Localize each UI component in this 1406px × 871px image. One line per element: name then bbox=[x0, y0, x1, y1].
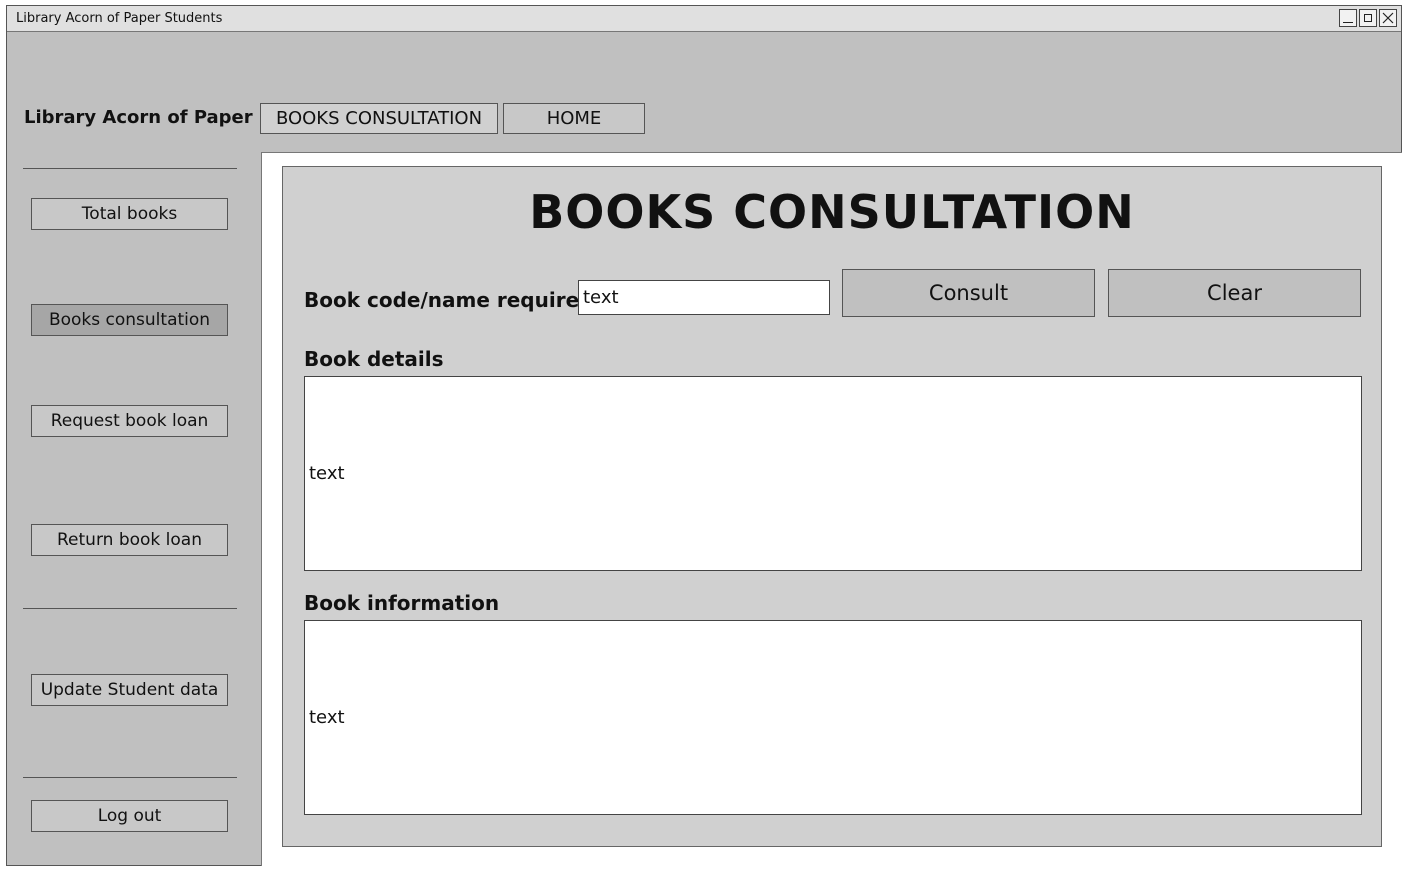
page-title: BOOKS CONSULTATION bbox=[529, 185, 1135, 239]
consultation-panel: BOOKS CONSULTATION Book code/name requir… bbox=[282, 166, 1382, 847]
window-controls bbox=[1339, 9, 1397, 27]
application-window: Library Acorn of Paper Students Library … bbox=[6, 5, 1402, 866]
top-navigation: BOOKS CONSULTATION HOME bbox=[260, 103, 645, 134]
sidebar-divider bbox=[23, 777, 237, 778]
window-title: Library Acorn of Paper Students bbox=[16, 11, 223, 26]
sidebar-divider bbox=[23, 608, 237, 609]
consult-button[interactable]: Consult bbox=[842, 269, 1095, 317]
nav-books-consultation[interactable]: BOOKS CONSULTATION bbox=[260, 103, 498, 134]
close-icon[interactable] bbox=[1379, 9, 1397, 27]
book-code-input[interactable]: text bbox=[578, 280, 830, 315]
book-details-field[interactable]: text bbox=[304, 376, 1362, 571]
nav-home[interactable]: HOME bbox=[503, 103, 645, 134]
title-bar: Library Acorn of Paper Students bbox=[7, 6, 1401, 32]
sidebar-item-books-consultation[interactable]: Books consultation bbox=[31, 304, 228, 336]
sidebar-item-request-book-loan[interactable]: Request book loan bbox=[31, 405, 228, 437]
sidebar-item-return-book-loan[interactable]: Return book loan bbox=[31, 524, 228, 556]
main-content: BOOKS CONSULTATION Book code/name requir… bbox=[261, 152, 1402, 866]
sidebar-divider bbox=[23, 168, 237, 169]
book-information-label: Book information bbox=[304, 591, 500, 615]
clear-button[interactable]: Clear bbox=[1108, 269, 1361, 317]
book-details-label: Book details bbox=[304, 347, 444, 371]
sidebar-item-log-out[interactable]: Log out bbox=[31, 800, 228, 832]
sidebar-item-total-books[interactable]: Total books bbox=[31, 198, 228, 230]
maximize-icon[interactable] bbox=[1359, 9, 1377, 27]
search-label: Book code/name required bbox=[304, 288, 594, 312]
brand-name: Library Acorn of Paper bbox=[24, 107, 253, 128]
book-information-field[interactable]: text bbox=[304, 620, 1362, 815]
sidebar-item-update-student-data[interactable]: Update Student data bbox=[31, 674, 228, 706]
minimize-icon[interactable] bbox=[1339, 9, 1357, 27]
